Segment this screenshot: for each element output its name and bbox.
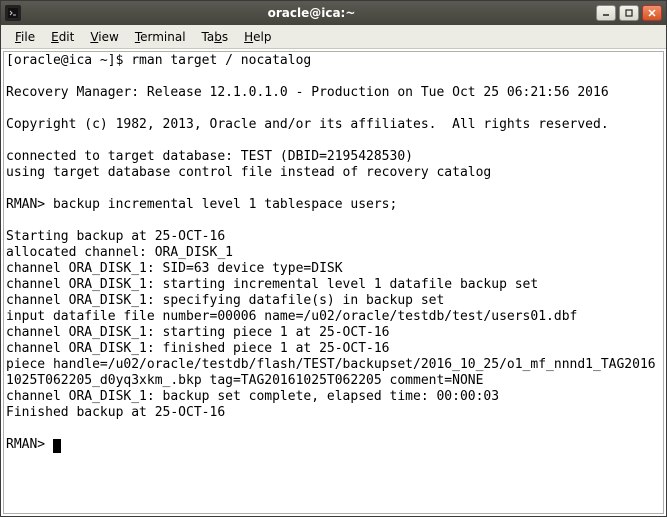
app-window: oracle@ica:~ File Edit View Terminal Tab… xyxy=(0,0,667,517)
menu-view[interactable]: View xyxy=(82,28,126,46)
window-title: oracle@ica:~ xyxy=(27,6,596,20)
terminal-output[interactable]: [oracle@ica ~]$ rman target / nocatalog … xyxy=(3,51,664,514)
terminal-app-icon xyxy=(5,5,21,21)
menu-help[interactable]: Help xyxy=(236,28,279,46)
minimize-button[interactable] xyxy=(596,5,616,21)
menu-edit[interactable]: Edit xyxy=(43,28,82,46)
menu-bar: File Edit View Terminal Tabs Help xyxy=(1,25,666,49)
menu-terminal[interactable]: Terminal xyxy=(127,28,194,46)
menu-tabs[interactable]: Tabs xyxy=(194,28,237,46)
close-button[interactable] xyxy=(642,5,662,21)
terminal-cursor xyxy=(53,439,61,453)
title-bar[interactable]: oracle@ica:~ xyxy=(1,1,666,25)
menu-file[interactable]: File xyxy=(7,28,43,46)
maximize-button[interactable] xyxy=(619,5,639,21)
window-buttons xyxy=(596,5,662,21)
terminal-wrapper: [oracle@ica ~]$ rman target / nocatalog … xyxy=(1,49,666,516)
